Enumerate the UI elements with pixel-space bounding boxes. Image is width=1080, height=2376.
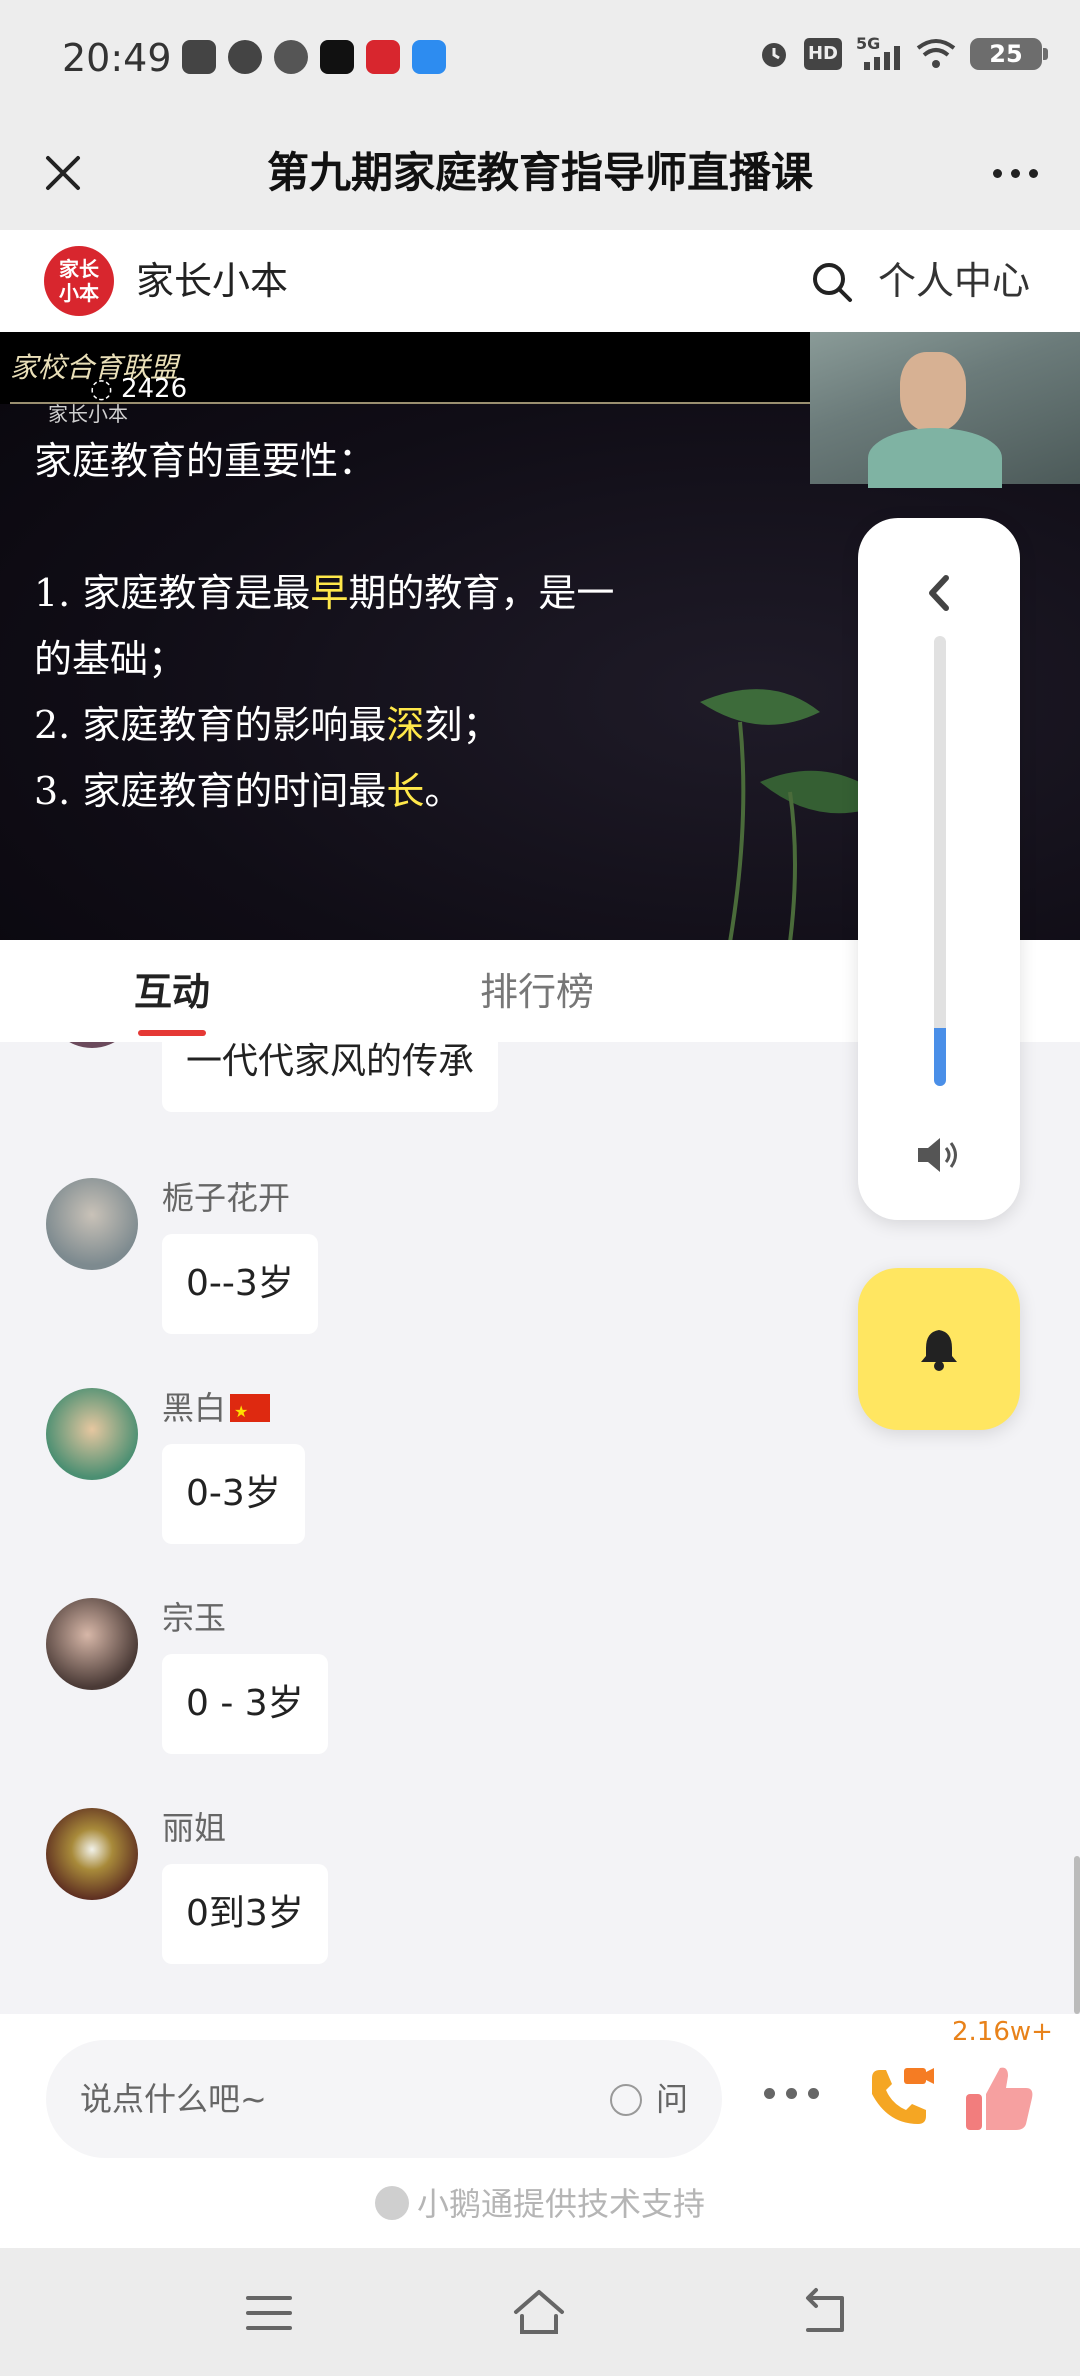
brand-name[interactable]: 家长小本: [136, 252, 288, 310]
slide-text: 家庭教育的重要性： 1. 家庭教育是最早期的教育，是一 的基础； 2. 家庭教育…: [34, 428, 614, 824]
title-bar: 第九期家庭教育指导师直播课: [0, 118, 1080, 230]
lecturer-body: [868, 428, 1002, 488]
message-bubble: 0--3岁: [162, 1234, 318, 1334]
system-nav-bar: [0, 2248, 1080, 2376]
bell-icon: [921, 1330, 957, 1371]
home-icon[interactable]: [512, 2286, 566, 2340]
ask-question-label[interactable]: 问: [656, 2072, 688, 2126]
jiazhang-app-icon: [366, 40, 400, 74]
status-time: 20:49: [62, 36, 172, 80]
personal-center-link[interactable]: 个人中心: [878, 252, 1030, 310]
chevron-left-icon[interactable]: [916, 558, 962, 628]
app-header: 家长 小本 家长小本 个人中心: [0, 230, 1080, 332]
username-text: 黑白: [162, 1389, 227, 1427]
more-actions-button[interactable]: [764, 2088, 819, 2099]
slide-line3-a: 3. 家庭教育的时间最: [34, 769, 387, 813]
xiaoetong-icon: [374, 2186, 409, 2220]
avatar[interactable]: [46, 1598, 138, 1690]
battery-icon: 25: [970, 38, 1048, 70]
volume-panel: [858, 518, 1020, 1220]
username: 黑白: [162, 1386, 271, 1434]
avatar[interactable]: [46, 1178, 138, 1270]
signal-icon: 5G: [856, 34, 902, 70]
tab-leaderboard[interactable]: 排行榜: [480, 966, 594, 1018]
volume-slider-fill: [934, 1027, 946, 1086]
speaker-icon[interactable]: [910, 1130, 968, 1180]
notification-bell-button[interactable]: [858, 1268, 1020, 1430]
slide-line3-b: 。: [424, 769, 463, 813]
brand-logo[interactable]: 家长 小本: [44, 246, 114, 316]
message-bubble: 0 - 3岁: [162, 1654, 328, 1754]
avatar[interactable]: [46, 1388, 138, 1480]
mail-icon: [182, 40, 216, 74]
hd-icon: HD: [803, 38, 842, 70]
link-icon: [274, 40, 308, 74]
tab-interaction[interactable]: 互动: [134, 966, 210, 1036]
slide-line1-b: 期的教育，是一: [348, 571, 615, 615]
lecturer-head: [900, 352, 966, 432]
phone-call-icon[interactable]: [858, 2058, 938, 2138]
status-app-icons: [182, 40, 446, 74]
back-icon[interactable]: [798, 2286, 852, 2340]
menu-icon[interactable]: [242, 2286, 296, 2340]
blue-app-icon: [412, 40, 446, 74]
message-bubble: 0到3岁: [162, 1864, 328, 1964]
slide-line2-highlight: 深: [386, 703, 425, 747]
bottom-input-bar: 说点什么吧~ 问 2.16w+ 小鹅通提供技术支持: [0, 2014, 1080, 2248]
alarm-icon: [761, 43, 786, 67]
status-bar: 20:49 HD 5G 25: [0, 0, 1080, 118]
wifi-icon: [916, 39, 956, 68]
search-icon[interactable]: [808, 258, 856, 306]
lecturer-camera[interactable]: [810, 332, 1080, 488]
video-watermark-small: 家长小本: [48, 402, 128, 426]
slide-line1-highlight: 早: [310, 571, 349, 615]
username: 栀子花开: [162, 1179, 291, 1217]
logo-text-top: 家长: [59, 257, 99, 281]
username: 宗玉: [162, 1599, 227, 1637]
comment-placeholder: 说点什么吧~: [80, 2080, 267, 2118]
tech-support-text: 小鹅通提供技术支持: [0, 2180, 1080, 2228]
avatar[interactable]: [46, 1808, 138, 1900]
slide-line2-b: 刻；: [424, 703, 501, 747]
close-icon[interactable]: [30, 140, 96, 206]
china-flag-icon: [230, 1390, 271, 1434]
status-right-icons: HD 5G 25: [758, 34, 1048, 70]
message-bubble: 0-3岁: [162, 1444, 305, 1544]
slide-line1-a: 1. 家庭教育是最: [34, 571, 311, 615]
slide-heading: 家庭教育的重要性：: [34, 439, 377, 483]
page-title: 第九期家庭教育指导师直播课: [266, 148, 813, 197]
slide-line2-a: 2. 家庭教育的影响最: [34, 703, 387, 747]
comment-input[interactable]: 说点什么吧~ 问: [46, 2040, 722, 2158]
chat-icon: [228, 40, 262, 74]
like-count: 2.16w+: [952, 2017, 1053, 2047]
tech-support-label: 小鹅通提供技术支持: [416, 2185, 705, 2223]
thumbs-up-icon[interactable]: [960, 2058, 1040, 2138]
volume-slider[interactable]: [934, 636, 946, 1086]
ask-question-toggle[interactable]: [610, 2084, 642, 2116]
more-menu-button[interactable]: [980, 140, 1050, 206]
message-bubble: 一代代家风的传承: [162, 1042, 499, 1112]
slide-line3-highlight: 长: [386, 769, 425, 813]
chat-scrollbar[interactable]: [1074, 1856, 1080, 2014]
viewer-count-value: 2426: [120, 374, 188, 404]
logo-text-bottom: 小本: [59, 281, 99, 305]
avatar[interactable]: [46, 1042, 138, 1048]
slide-line1-c: 的基础；: [34, 637, 187, 681]
video-app-icon: [320, 40, 354, 74]
username: 丽姐: [162, 1809, 227, 1847]
